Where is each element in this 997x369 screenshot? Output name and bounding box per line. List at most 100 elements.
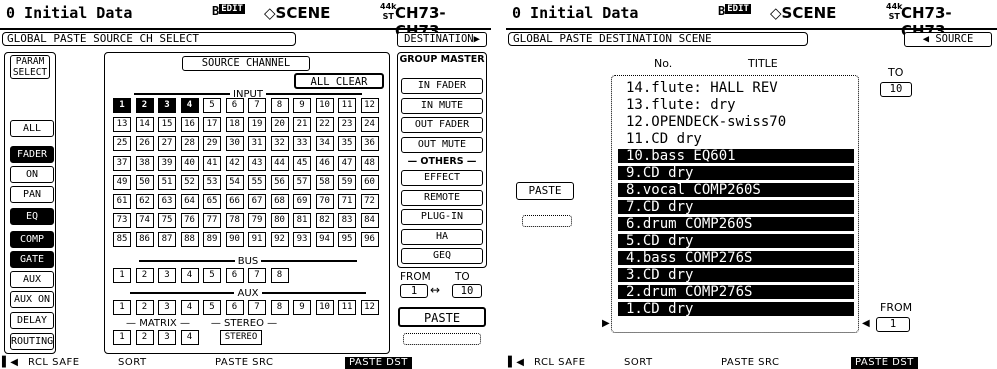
input-channel-41[interactable]: 41 [203,155,221,171]
undo-button-disabled[interactable] [403,333,481,345]
input-channel-64[interactable]: 64 [180,194,199,209]
input-channel-26[interactable]: 26 [135,136,154,152]
scene-row[interactable]: 3.CD dry [618,268,854,282]
from-value[interactable]: 1 [876,317,910,332]
to-value[interactable]: 10 [452,284,482,298]
param-pan-button[interactable]: PAN [10,186,54,203]
tab-paste-src[interactable]: PASTE SRC [721,357,779,369]
input-channel-67[interactable]: 67 [248,194,266,209]
bus-8[interactable]: 8 [270,268,289,283]
input-channel-17[interactable]: 17 [203,117,221,133]
input-channel-49[interactable]: 49 [113,174,131,190]
input-channel-33[interactable]: 33 [293,136,311,152]
bus-1[interactable]: 1 [113,268,131,283]
input-channel-56[interactable]: 56 [270,174,289,190]
other-ha-button[interactable]: HA [401,228,483,245]
scene-row[interactable]: 14.flute: HALL REV [618,81,854,95]
input-channel-47[interactable]: 47 [338,155,356,171]
input-channel-84[interactable]: 84 [360,213,379,229]
input-channel-43[interactable]: 43 [248,155,266,171]
input-channel-25[interactable]: 25 [113,136,131,152]
bus-4[interactable]: 4 [180,268,199,283]
input-channel-27[interactable]: 27 [158,136,176,152]
group-out-fader-button[interactable]: OUT FADER [401,117,483,133]
input-channel-61[interactable]: 61 [113,194,131,209]
aux-1[interactable]: 1 [113,300,131,315]
tab-paste-dst[interactable]: PASTE DST [345,357,412,369]
param-eq-button[interactable]: EQ [10,208,54,225]
input-channel-58[interactable]: 58 [315,174,334,190]
input-channel-14[interactable]: 14 [135,117,154,133]
source-button[interactable]: ◀ SOURCE [904,32,992,47]
param-delay-button[interactable]: DELAY [10,312,54,329]
input-channel-12[interactable]: 12 [360,98,379,113]
aux-5[interactable]: 5 [203,300,221,315]
tab-paste-src[interactable]: PASTE SRC [215,357,273,369]
aux-12[interactable]: 12 [360,300,379,315]
input-channel-22[interactable]: 22 [315,117,334,133]
other-plug-in-button[interactable]: PLUG-IN [401,209,483,225]
input-channel-31[interactable]: 31 [248,136,266,152]
input-channel-90[interactable]: 90 [225,232,244,248]
input-channel-28[interactable]: 28 [180,136,199,152]
aux-6[interactable]: 6 [225,300,244,315]
input-channel-54[interactable]: 54 [225,174,244,190]
input-channel-55[interactable]: 55 [248,174,266,190]
input-channel-60[interactable]: 60 [360,174,379,190]
aux-2[interactable]: 2 [135,300,154,315]
input-channel-40[interactable]: 40 [180,155,199,171]
input-channel-96[interactable]: 96 [360,232,379,248]
scene-row[interactable]: 7.CD dry [618,200,854,214]
undo-button-disabled[interactable] [522,215,572,227]
matrix-4[interactable]: 4 [180,330,199,345]
group-out-mute-button[interactable]: OUT MUTE [401,136,483,153]
input-channel-68[interactable]: 68 [270,194,289,209]
aux-10[interactable]: 10 [315,300,334,315]
input-channel-13[interactable]: 13 [113,117,131,133]
input-channel-3[interactable]: 3 [158,98,176,113]
input-channel-46[interactable]: 46 [315,155,334,171]
input-channel-66[interactable]: 66 [225,194,244,209]
input-channel-29[interactable]: 29 [203,136,221,152]
input-channel-5[interactable]: 5 [203,98,221,113]
aux-3[interactable]: 3 [158,300,176,315]
bus-6[interactable]: 6 [225,268,244,283]
input-channel-52[interactable]: 52 [180,174,199,190]
scene-row[interactable]: 4.bass COMP276S [618,251,854,265]
input-channel-45[interactable]: 45 [293,155,311,171]
all-clear-button[interactable]: ALL CLEAR [294,73,384,89]
input-channel-75[interactable]: 75 [158,213,176,229]
input-channel-1[interactable]: 1 [113,98,131,113]
input-channel-18[interactable]: 18 [225,117,244,133]
tab-sort[interactable]: SORT [624,357,653,369]
input-channel-81[interactable]: 81 [293,213,311,229]
input-channel-80[interactable]: 80 [270,213,289,229]
input-channel-83[interactable]: 83 [338,213,356,229]
stereo-button[interactable]: STEREO [220,330,262,345]
input-channel-34[interactable]: 34 [315,136,334,152]
input-channel-30[interactable]: 30 [225,136,244,152]
input-channel-15[interactable]: 15 [158,117,176,133]
scene-row[interactable]: 11.CD dry [618,132,854,146]
param-all-button[interactable]: ALL [10,120,54,137]
input-channel-36[interactable]: 36 [360,136,379,152]
tab-rcl-safe[interactable]: RCL SAFE [28,357,80,369]
input-channel-65[interactable]: 65 [203,194,221,209]
input-channel-10[interactable]: 10 [315,98,334,113]
scene-row[interactable]: 13.flute: dry [618,98,854,112]
aux-11[interactable]: 11 [338,300,356,315]
input-channel-48[interactable]: 48 [360,155,379,171]
input-channel-19[interactable]: 19 [248,117,266,133]
scene-row[interactable]: 9.CD dry [618,166,854,180]
scene-row[interactable]: 5.CD dry [618,234,854,248]
scene-row[interactable]: 2.drum COMP276S [618,285,854,299]
input-channel-44[interactable]: 44 [270,155,289,171]
input-channel-87[interactable]: 87 [158,232,176,248]
param-fader-button[interactable]: FADER [10,146,54,163]
input-channel-21[interactable]: 21 [293,117,311,133]
input-channel-53[interactable]: 53 [203,174,221,190]
input-channel-89[interactable]: 89 [203,232,221,248]
input-channel-93[interactable]: 93 [293,232,311,248]
input-channel-95[interactable]: 95 [338,232,356,248]
matrix-1[interactable]: 1 [113,330,131,345]
